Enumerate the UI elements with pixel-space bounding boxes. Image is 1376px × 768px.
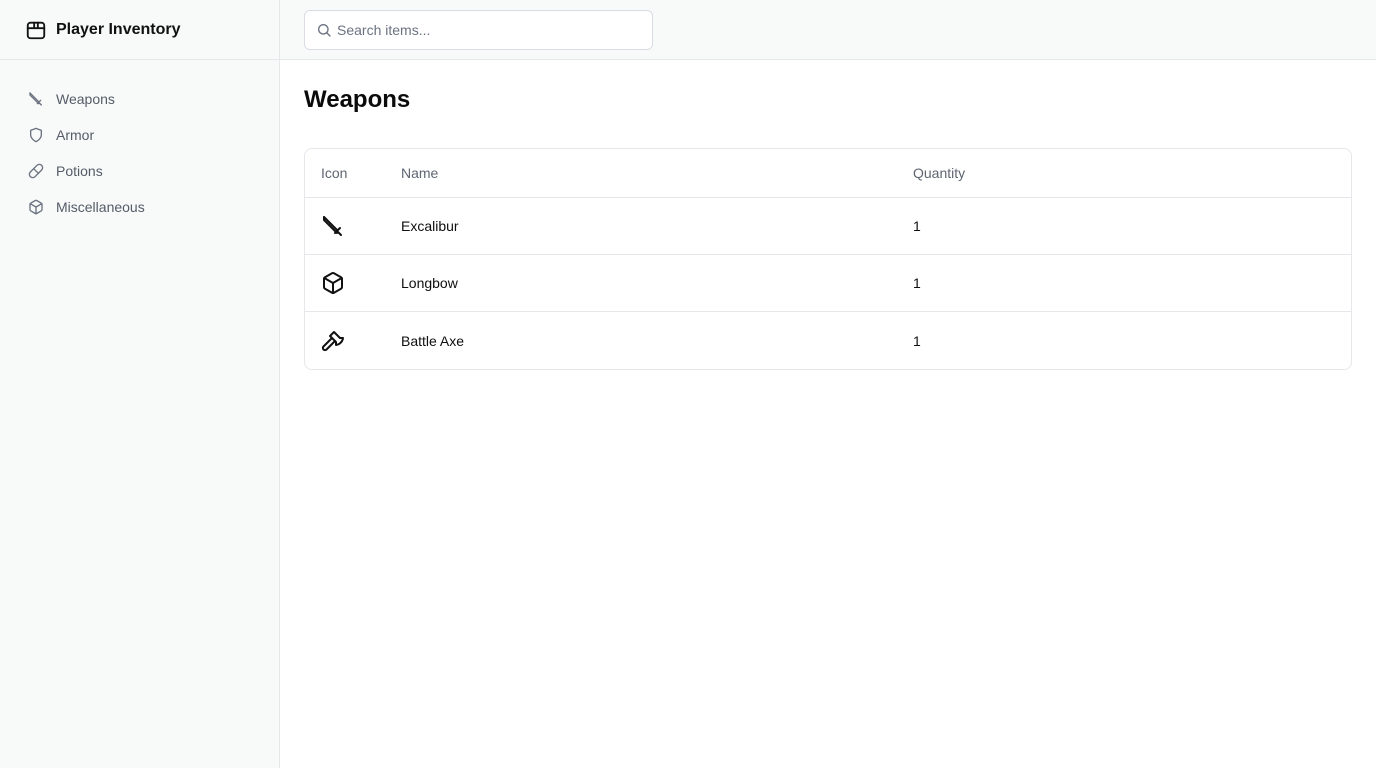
table-row[interactable]: Longbow 1: [305, 255, 1351, 312]
item-name: Longbow: [401, 275, 458, 291]
box-icon: [27, 198, 45, 216]
item-name: Battle Axe: [401, 332, 465, 349]
sidebar-item-armor[interactable]: Armor: [0, 117, 279, 153]
table-header: Icon Name Quantity: [305, 149, 1351, 198]
sidebar-nav: Weapons Armor Potions Miscellaneous: [0, 60, 279, 225]
axe-icon: [321, 329, 345, 353]
sidebar-item-label: Potions: [56, 163, 103, 179]
main-content: Weapons Icon Name Quantity Excalibur 1 L…: [304, 60, 1352, 370]
sidebar: Player Inventory Weapons Armor Potions M…: [0, 0, 280, 768]
table-row[interactable]: Battle Axe 1: [305, 312, 1351, 369]
package-icon: [25, 19, 47, 41]
sidebar-item-potions[interactable]: Potions: [0, 153, 279, 189]
pill-icon: [27, 162, 45, 180]
search-box[interactable]: [304, 10, 653, 50]
brand: Player Inventory: [0, 0, 279, 60]
sidebar-item-miscellaneous[interactable]: Miscellaneous: [0, 189, 279, 225]
item-quantity: 1: [913, 275, 921, 291]
inventory-table: Icon Name Quantity Excalibur 1 Longbow 1…: [304, 148, 1352, 370]
column-header-quantity: Quantity: [913, 165, 966, 181]
table-row[interactable]: Excalibur 1: [305, 198, 1351, 255]
shield-icon: [27, 126, 45, 144]
box-icon: [321, 271, 345, 295]
item-quantity: 1: [913, 218, 921, 234]
column-header-name: Name: [401, 165, 439, 181]
search-icon: [316, 22, 332, 38]
sidebar-item-label: Miscellaneous: [56, 199, 145, 215]
sword-icon: [27, 90, 45, 108]
sidebar-item-weapons[interactable]: Weapons: [0, 81, 279, 117]
search-input[interactable]: [337, 11, 647, 49]
topbar: [280, 0, 1376, 60]
column-header-icon: Icon: [321, 165, 348, 181]
item-name: Excalibur: [401, 218, 459, 234]
item-quantity: 1: [913, 332, 921, 349]
app-title: Player Inventory: [56, 20, 181, 38]
sword-icon: [321, 214, 345, 238]
sidebar-item-label: Armor: [56, 127, 95, 143]
sidebar-item-label: Weapons: [56, 91, 115, 107]
page-title: Weapons: [304, 86, 411, 113]
